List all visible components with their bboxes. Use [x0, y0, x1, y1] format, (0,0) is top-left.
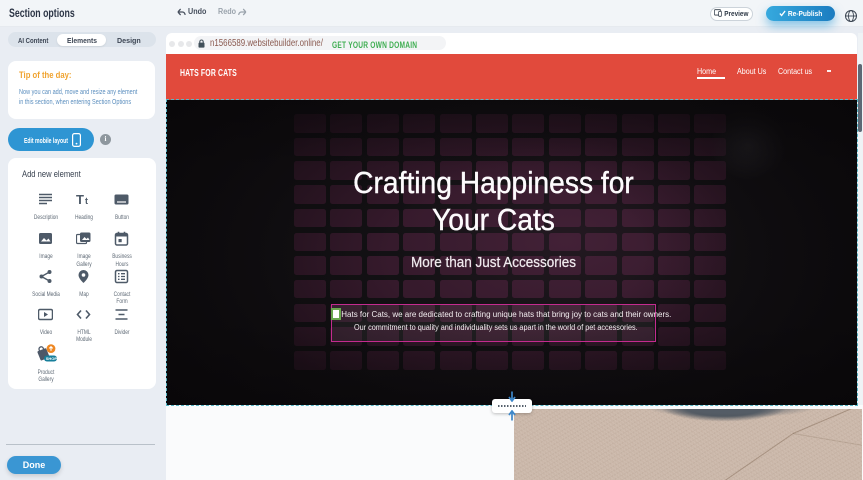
- svg-text:SHOP: SHOP: [45, 356, 56, 361]
- svg-text:t: t: [85, 196, 88, 206]
- svg-text:T: T: [76, 192, 84, 207]
